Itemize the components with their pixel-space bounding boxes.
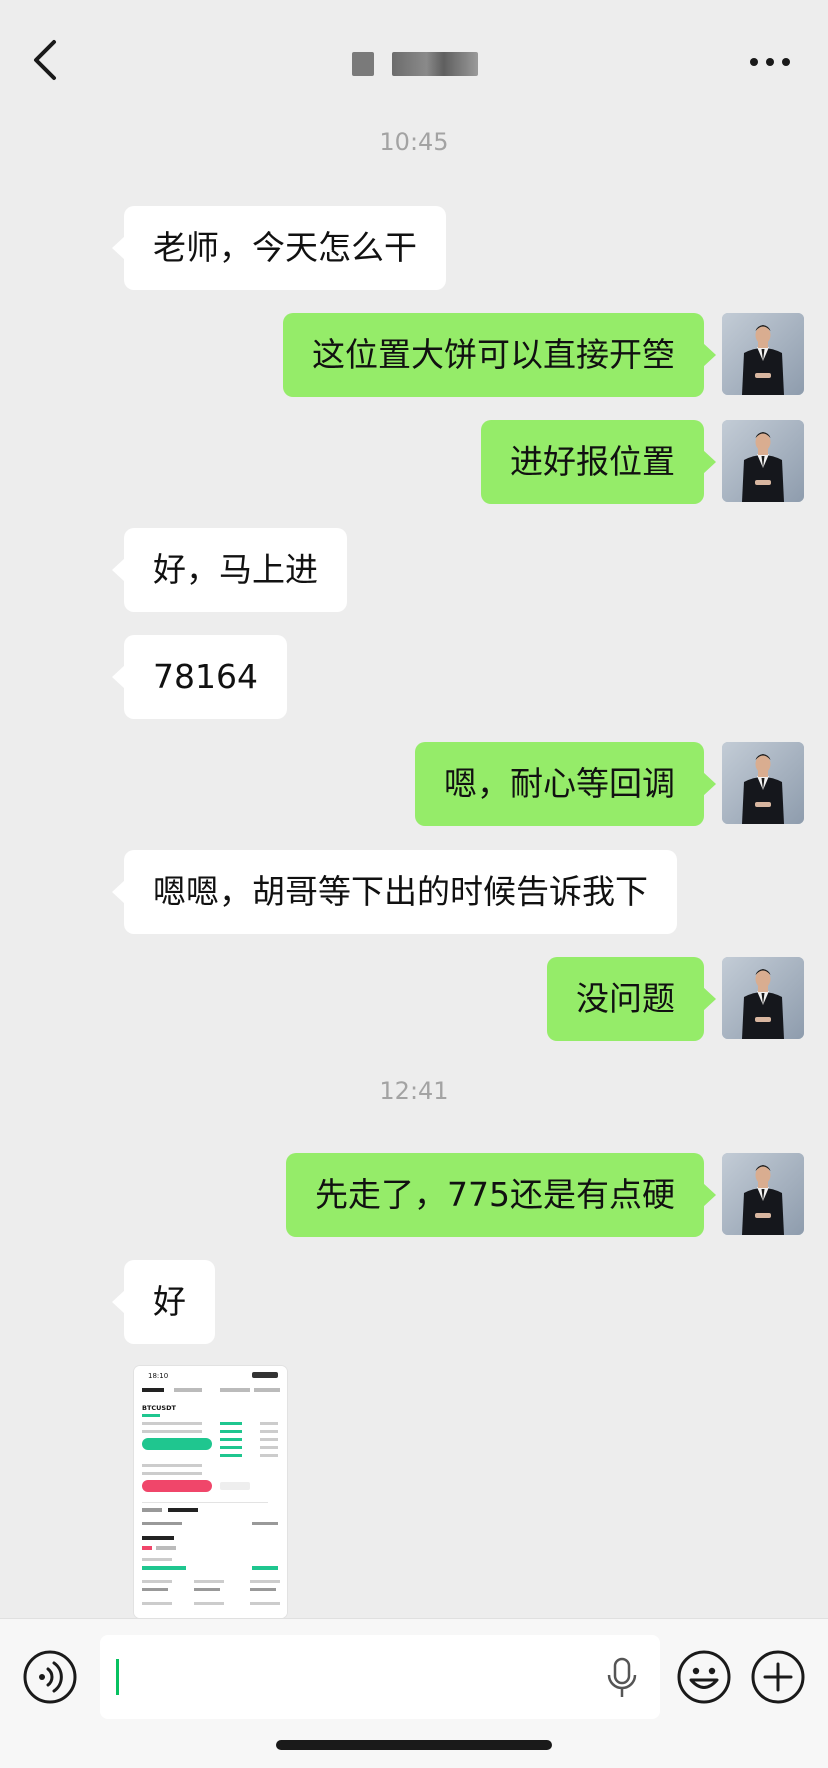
chat-screen: 10:45 老师，今天怎么干 这位置大饼可以直接开箜 进好报位置 好，马上进 7… xyxy=(0,0,828,1768)
message-incoming[interactable]: 好，马上进 xyxy=(112,528,347,612)
message-incoming[interactable]: 嗯嗯，胡哥等下出的时候告诉我下 xyxy=(112,850,677,934)
person-avatar-icon xyxy=(722,957,804,1039)
voice-icon xyxy=(23,1650,77,1704)
voice-input-button[interactable] xyxy=(604,1657,640,1699)
avatar[interactable] xyxy=(722,957,804,1039)
person-avatar-icon xyxy=(722,420,804,502)
chevron-left-icon xyxy=(34,40,56,80)
contact-name-masked-2 xyxy=(392,52,478,76)
microphone-icon xyxy=(607,1657,637,1697)
person-avatar-icon xyxy=(722,742,804,824)
message-incoming[interactable]: 老师，今天怎么干 xyxy=(112,206,446,290)
contact-name-masked xyxy=(352,52,374,76)
more-dots-icon xyxy=(750,58,758,66)
plus-icon xyxy=(751,1650,805,1704)
more-actions-button[interactable] xyxy=(750,1649,806,1705)
avatar[interactable] xyxy=(722,313,804,395)
shared-screenshot-image[interactable]: 18:10 BTCUSDT xyxy=(134,1366,287,1618)
message-outgoing[interactable]: 嗯，耐心等回调 xyxy=(415,742,716,826)
message-input[interactable] xyxy=(100,1635,660,1719)
person-avatar-icon xyxy=(722,1153,804,1235)
message-incoming[interactable]: 好 xyxy=(112,1260,215,1344)
avatar[interactable] xyxy=(722,420,804,502)
emoji-button[interactable] xyxy=(676,1649,732,1705)
more-button[interactable] xyxy=(748,52,792,72)
avatar[interactable] xyxy=(722,742,804,824)
timestamp: 12:41 xyxy=(379,1077,449,1105)
text-caret xyxy=(116,1659,119,1695)
voice-toggle-button[interactable] xyxy=(22,1649,78,1705)
back-button[interactable] xyxy=(26,36,66,84)
timestamp: 10:45 xyxy=(379,128,449,156)
message-outgoing[interactable]: 这位置大饼可以直接开箜 xyxy=(283,313,716,397)
emoji-icon xyxy=(677,1650,731,1704)
message-incoming[interactable]: 78164 xyxy=(112,635,287,719)
message-outgoing[interactable]: 先走了，775还是有点硬 xyxy=(286,1153,716,1237)
screenshot-pair: BTCUSDT xyxy=(142,1404,177,1412)
trading-app-screenshot: 18:10 BTCUSDT xyxy=(134,1366,287,1618)
person-avatar-icon xyxy=(722,313,804,395)
avatar[interactable] xyxy=(722,1153,804,1235)
message-outgoing[interactable]: 进好报位置 xyxy=(481,420,716,504)
chat-header xyxy=(0,0,828,118)
home-indicator[interactable] xyxy=(276,1740,552,1750)
screenshot-time: 18:10 xyxy=(148,1372,168,1380)
message-outgoing[interactable]: 没问题 xyxy=(547,957,716,1041)
